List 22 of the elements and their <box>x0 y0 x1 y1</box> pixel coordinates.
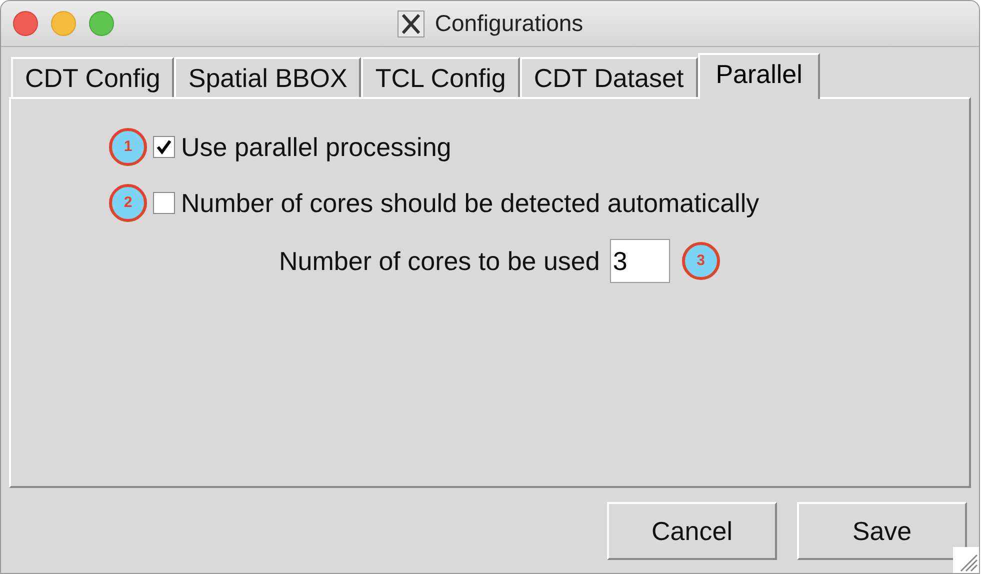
window-title: Configurations <box>434 9 584 38</box>
zoom-button[interactable] <box>89 11 114 36</box>
check-icon <box>156 139 172 155</box>
field-label: Number of cores to be used <box>279 244 600 278</box>
tab[interactable]: Spatial BBOX <box>174 57 362 97</box>
tab[interactable]: CDT Dataset <box>520 57 698 97</box>
checkbox[interactable] <box>153 192 175 214</box>
callout-marker: 1 <box>109 128 147 166</box>
x-logo-icon <box>396 10 425 38</box>
dialog-button[interactable]: Cancel <box>607 502 777 560</box>
callout-marker: 3 <box>682 242 720 280</box>
close-button[interactable] <box>13 11 38 36</box>
tab[interactable]: CDT Config <box>11 57 174 97</box>
tab[interactable]: Parallel <box>698 53 820 99</box>
callout-marker: 2 <box>109 184 147 222</box>
checkbox[interactable] <box>153 136 175 158</box>
tab[interactable]: TCL Config <box>361 57 520 97</box>
cores-input[interactable]: 3 <box>610 239 670 283</box>
checkbox-label: Use parallel processing <box>181 130 452 164</box>
minimize-button[interactable] <box>51 11 76 36</box>
dialog-button[interactable]: Save <box>797 502 967 560</box>
checkbox-label: Number of cores should be detected automatically <box>181 186 760 220</box>
